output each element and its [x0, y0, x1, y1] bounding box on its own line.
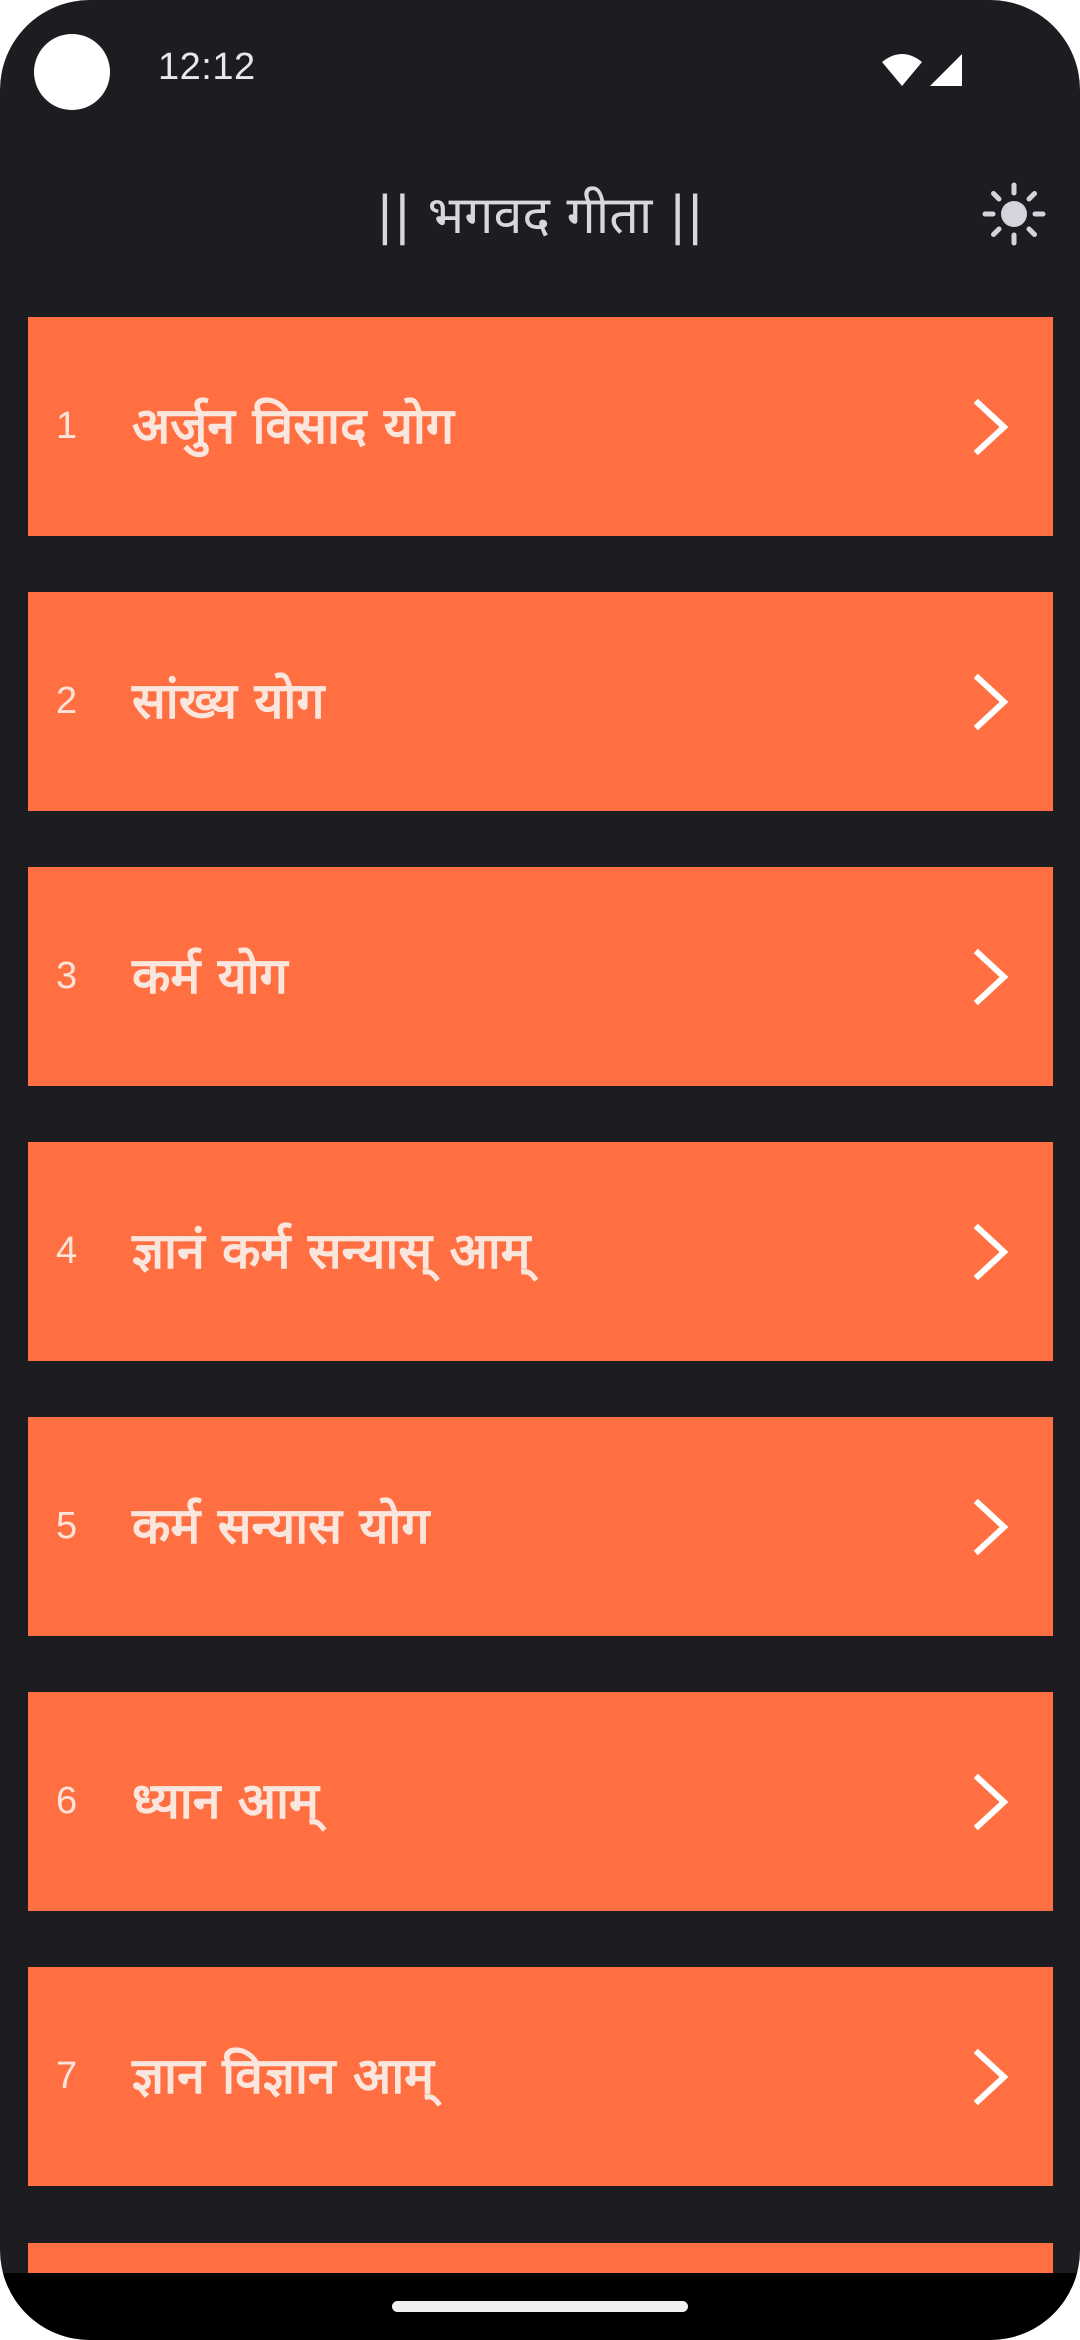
- chevron-right-icon: [973, 673, 1009, 731]
- chapter-number: 6: [56, 1780, 78, 1822]
- chapter-item-5[interactable]: 5 कर्म सन्यास योग: [28, 1417, 1053, 1636]
- chapter-item-6[interactable]: 6 ध्यान आम्: [28, 1692, 1053, 1911]
- chevron-right-icon: [973, 1498, 1009, 1556]
- chevron-right-icon: [973, 1223, 1009, 1281]
- chapter-number: 4: [56, 1230, 78, 1272]
- wifi-icon: [882, 54, 922, 86]
- chevron-right-icon: [973, 1773, 1009, 1831]
- chapter-item-7[interactable]: 7 ज्ञान विज्ञान आम्: [28, 1967, 1053, 2186]
- status-bar: 12:12: [0, 0, 1080, 140]
- chapter-list: 1 अर्जुन विसाद योग 2 सांख्य योग 3 कर्म य…: [28, 317, 1053, 2242]
- chevron-right-icon: [973, 398, 1009, 456]
- chapter-number: 3: [56, 955, 78, 997]
- chapter-item-4[interactable]: 4 ज्ञानं कर्म सन्यास् आम्: [28, 1142, 1053, 1361]
- chevron-right-icon: [973, 2048, 1009, 2106]
- camera-cutout: [34, 34, 110, 110]
- home-indicator[interactable]: [392, 2301, 688, 2312]
- signal-icon: [930, 54, 962, 86]
- app-title: || भगवद गीता ||: [376, 186, 704, 246]
- chevron-right-icon: [973, 948, 1009, 1006]
- chapter-number: 7: [56, 2055, 78, 2097]
- theme-toggle-button[interactable]: [980, 180, 1048, 248]
- chapter-item-3[interactable]: 3 कर्म योग: [28, 867, 1053, 1086]
- phone-screen: 12:12 || भगवद गीता || 1 अर्जुन विसाद योग…: [0, 0, 1080, 2340]
- sun-icon: [982, 182, 1046, 246]
- app-bar: || भगवद गीता ||: [0, 150, 1080, 270]
- chapter-item-1[interactable]: 1 अर्जुन विसाद योग: [28, 317, 1053, 536]
- status-time: 12:12: [158, 46, 256, 88]
- chapter-item-2[interactable]: 2 सांख्य योग: [28, 592, 1053, 811]
- chapter-number: 2: [56, 680, 78, 722]
- chapter-name: अर्जुन विसाद योग: [132, 397, 455, 455]
- chapter-name: ज्ञानं कर्म सन्यास् आम्: [132, 1222, 531, 1280]
- chapter-name: ज्ञान विज्ञान आम्: [132, 2047, 435, 2105]
- chapter-name: सांख्य योग: [132, 672, 325, 730]
- chapter-name: ध्यान आम्: [132, 1772, 319, 1830]
- chapter-item-partial[interactable]: [28, 2243, 1053, 2273]
- chapter-number: 1: [56, 405, 78, 447]
- chapter-number: 5: [56, 1505, 78, 1547]
- chapter-name: कर्म सन्यास योग: [132, 1497, 430, 1555]
- chapter-name: कर्म योग: [132, 947, 288, 1005]
